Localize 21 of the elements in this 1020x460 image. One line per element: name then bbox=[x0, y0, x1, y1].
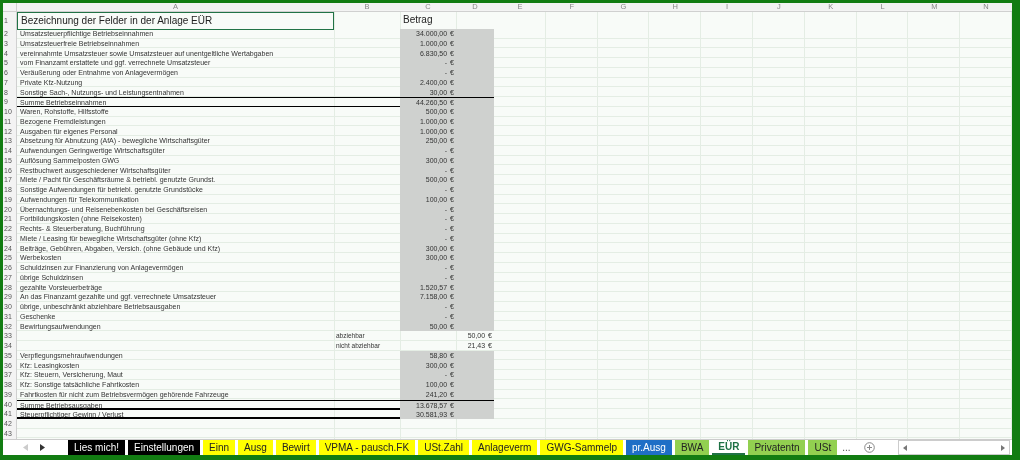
horizontal-scrollbar[interactable] bbox=[897, 440, 1010, 455]
sheet-tab[interactable]: Bewirt bbox=[275, 440, 316, 455]
sheet-tab[interactable]: Einn bbox=[203, 440, 236, 455]
sheet-tab[interactable]: pr.Ausg bbox=[626, 440, 672, 455]
sheet-tab[interactable]: BWA bbox=[674, 440, 710, 455]
sheet-tab[interactable]: USt bbox=[808, 440, 838, 455]
scroll-right-icon[interactable] bbox=[40, 444, 45, 451]
sheet-tab[interactable]: GWG-Sammelp bbox=[540, 440, 623, 455]
column-title: Bezeichnung der Felder in der Anlage EÜR bbox=[17, 12, 334, 30]
sheet-tab[interactable]: Anlageverm bbox=[472, 440, 538, 455]
add-sheet-icon[interactable] bbox=[863, 442, 875, 453]
sheet-tab[interactable]: Einstellungen bbox=[128, 440, 201, 455]
sheet-tab[interactable]: Ausg bbox=[238, 440, 273, 455]
sheet-tab[interactable]: Lies mich! bbox=[68, 440, 125, 455]
sheet-tab[interactable]: EÜR bbox=[712, 440, 746, 455]
scroll-left-icon[interactable] bbox=[902, 444, 907, 451]
sheet-tab[interactable]: USt.Zahl bbox=[418, 440, 470, 455]
column-title: Betrag bbox=[402, 13, 434, 27]
sheet-tab[interactable]: VPMA - pausch.FK bbox=[318, 440, 416, 455]
more-tabs-button[interactable]: ... bbox=[840, 440, 853, 455]
sheet-tab[interactable]: Privatentn bbox=[748, 440, 806, 455]
